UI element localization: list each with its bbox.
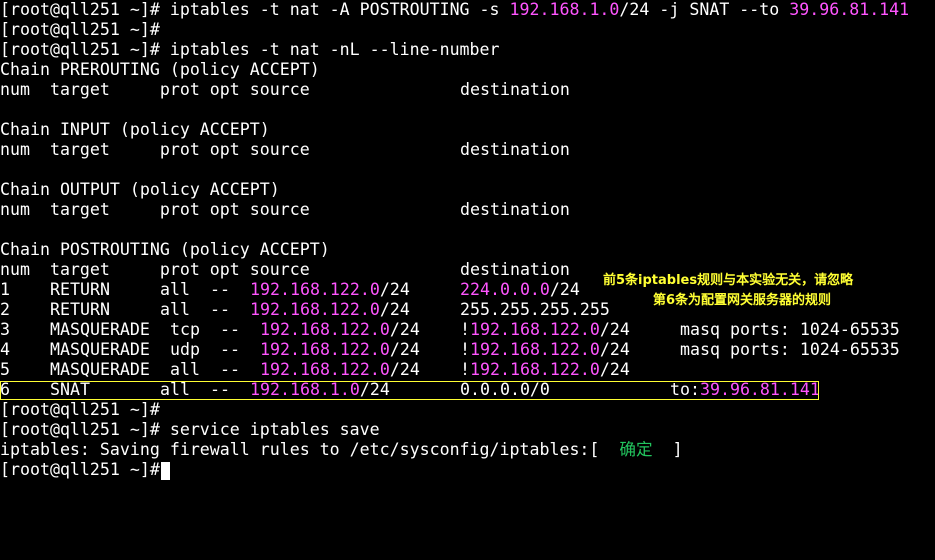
chain-header: Chain INPUT (policy ACCEPT) — [0, 120, 270, 139]
chain-header: Chain OUTPUT (policy ACCEPT) — [0, 180, 280, 199]
table-row: 5 MASQUERADE all -- 192.168.122.0/24 !19… — [0, 360, 630, 379]
cursor — [160, 461, 170, 480]
ip-address: 192.168.1.0 — [509, 0, 620, 19]
ok-status: 确定 — [619, 440, 653, 459]
table-row: 3 MASQUERADE tcp -- 192.168.122.0/24 !19… — [0, 320, 900, 339]
column-header: num target prot opt source destination — [0, 140, 570, 159]
table-row: 4 MASQUERADE udp -- 192.168.122.0/24 !19… — [0, 340, 900, 359]
command-line-save: [root@qll251 ~]# service iptables save — [0, 420, 380, 439]
chain-header: Chain PREROUTING (policy ACCEPT) — [0, 60, 320, 79]
prompt-command: [root@qll251 ~]# iptables -t nat -A POST… — [0, 0, 510, 19]
column-header: num target prot opt source destination — [0, 80, 570, 99]
prompt-line-active[interactable]: [root@qll251 ~]# — [0, 460, 935, 480]
annotation-note: 前5条iptables规则与本实验无关，请忽略 — [603, 273, 854, 288]
highlight-box — [0, 381, 819, 400]
prompt-line: [root@qll251 ~]# — [0, 400, 160, 419]
annotation-note: 第6条为配置网关服务器的规则 — [653, 293, 832, 308]
chain-header: Chain POSTROUTING (policy ACCEPT) — [0, 240, 330, 259]
save-status-line: iptables: Saving firewall rules to /etc/… — [0, 440, 683, 459]
command-line-snat: [root@qll251 ~]# iptables -t nat -A POST… — [0, 0, 935, 20]
command-line-list: [root@qll251 ~]# iptables -t nat -nL --l… — [0, 40, 500, 59]
prompt-line: [root@qll251 ~]# — [0, 20, 160, 39]
ip-address: 39.96.81.141 — [789, 0, 910, 19]
column-header: num target prot opt source destination — [0, 200, 570, 219]
terminal-window[interactable]: [root@qll251 ~]# iptables -t nat -A POST… — [0, 0, 935, 488]
command-text: /24 -j SNAT --to — [619, 0, 790, 19]
